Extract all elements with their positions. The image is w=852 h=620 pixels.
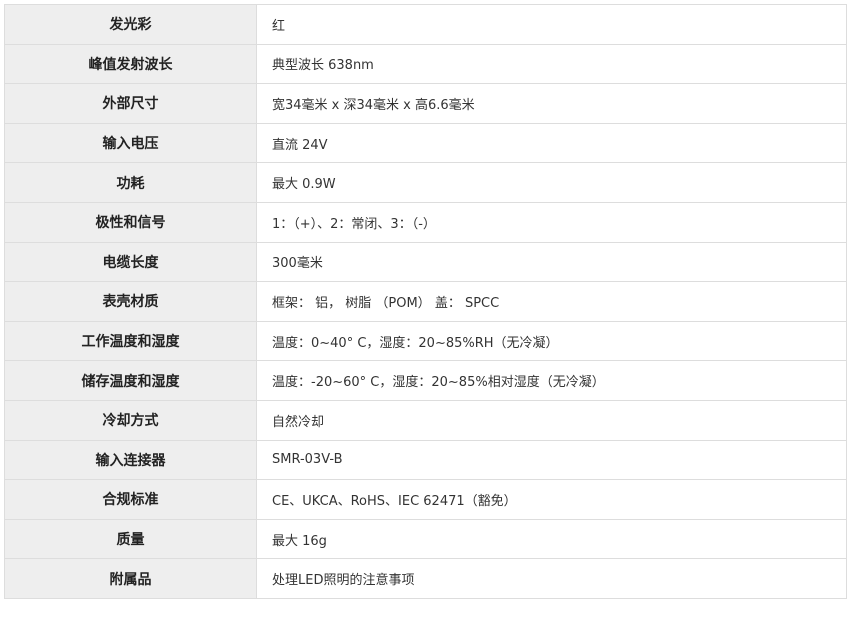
row-label: 功耗 xyxy=(4,162,257,203)
table-row: 外部尺寸 宽34毫米 x 深34毫米 x 高6.6毫米 xyxy=(4,83,847,124)
row-label: 输入电压 xyxy=(4,122,257,164)
row-value: 处理LED照明的注意事项 xyxy=(256,558,847,599)
table-row: 输入电压 直流 24V xyxy=(4,122,847,164)
row-label: 工作温度和湿度 xyxy=(4,320,257,362)
row-label: 极性和信号 xyxy=(4,201,257,243)
table-row: 合规标准 CE、UKCA、RoHS、IEC 62471（豁免） xyxy=(4,479,847,520)
table-row: 工作温度和湿度 温度：0~40° C，湿度：20~85%RH（无冷凝） xyxy=(4,320,847,362)
row-value: 最大 16g xyxy=(256,518,847,560)
row-label: 合规标准 xyxy=(4,479,257,520)
row-value: 温度：0~40° C，湿度：20~85%RH（无冷凝） xyxy=(256,320,847,362)
table-row: 附属品 处理LED照明的注意事项 xyxy=(4,558,847,599)
row-value: 自然冷却 xyxy=(256,399,847,441)
table-row: 质量 最大 16g xyxy=(4,518,847,560)
table-row: 输入连接器 SMR-03V-B xyxy=(4,439,847,481)
row-label: 储存温度和湿度 xyxy=(4,360,257,401)
row-label: 输入连接器 xyxy=(4,439,257,481)
row-value: CE、UKCA、RoHS、IEC 62471（豁免） xyxy=(256,479,847,520)
row-value: SMR-03V-B xyxy=(256,439,847,481)
row-value: 典型波长 638nm xyxy=(256,43,847,85)
table-row: 冷却方式 自然冷却 xyxy=(4,399,847,441)
row-value: 300毫米 xyxy=(256,241,847,283)
row-label: 冷却方式 xyxy=(4,399,257,441)
row-label: 表壳材质 xyxy=(4,281,257,322)
spec-table: 发光彩 红 峰值发射波长 典型波长 638nm 外部尺寸 宽34毫米 x 深34… xyxy=(4,4,847,599)
row-value: 宽34毫米 x 深34毫米 x 高6.6毫米 xyxy=(256,83,847,124)
table-row: 表壳材质 框架： 铝， 树脂 （POM） 盖： SPCC xyxy=(4,281,847,322)
row-value: 直流 24V xyxy=(256,122,847,164)
row-label: 质量 xyxy=(4,518,257,560)
table-row: 电缆长度 300毫米 xyxy=(4,241,847,283)
row-value: 红 xyxy=(256,4,847,45)
table-row: 功耗 最大 0.9W xyxy=(4,162,847,203)
row-label: 附属品 xyxy=(4,558,257,599)
table-row: 发光彩 红 xyxy=(4,4,847,45)
table-row: 峰值发射波长 典型波长 638nm xyxy=(4,43,847,85)
table-row: 储存温度和湿度 温度：-20~60° C，湿度：20~85%相对湿度（无冷凝） xyxy=(4,360,847,401)
row-value: 温度：-20~60° C，湿度：20~85%相对湿度（无冷凝） xyxy=(256,360,847,401)
row-label: 电缆长度 xyxy=(4,241,257,283)
row-value: 框架： 铝， 树脂 （POM） 盖： SPCC xyxy=(256,281,847,322)
row-label: 外部尺寸 xyxy=(4,83,257,124)
row-label: 峰值发射波长 xyxy=(4,43,257,85)
row-label: 发光彩 xyxy=(4,4,257,45)
row-value: 最大 0.9W xyxy=(256,162,847,203)
table-row: 极性和信号 1：（+）、2：常闭、3：（-） xyxy=(4,201,847,243)
row-value: 1：（+）、2：常闭、3：（-） xyxy=(256,201,847,243)
